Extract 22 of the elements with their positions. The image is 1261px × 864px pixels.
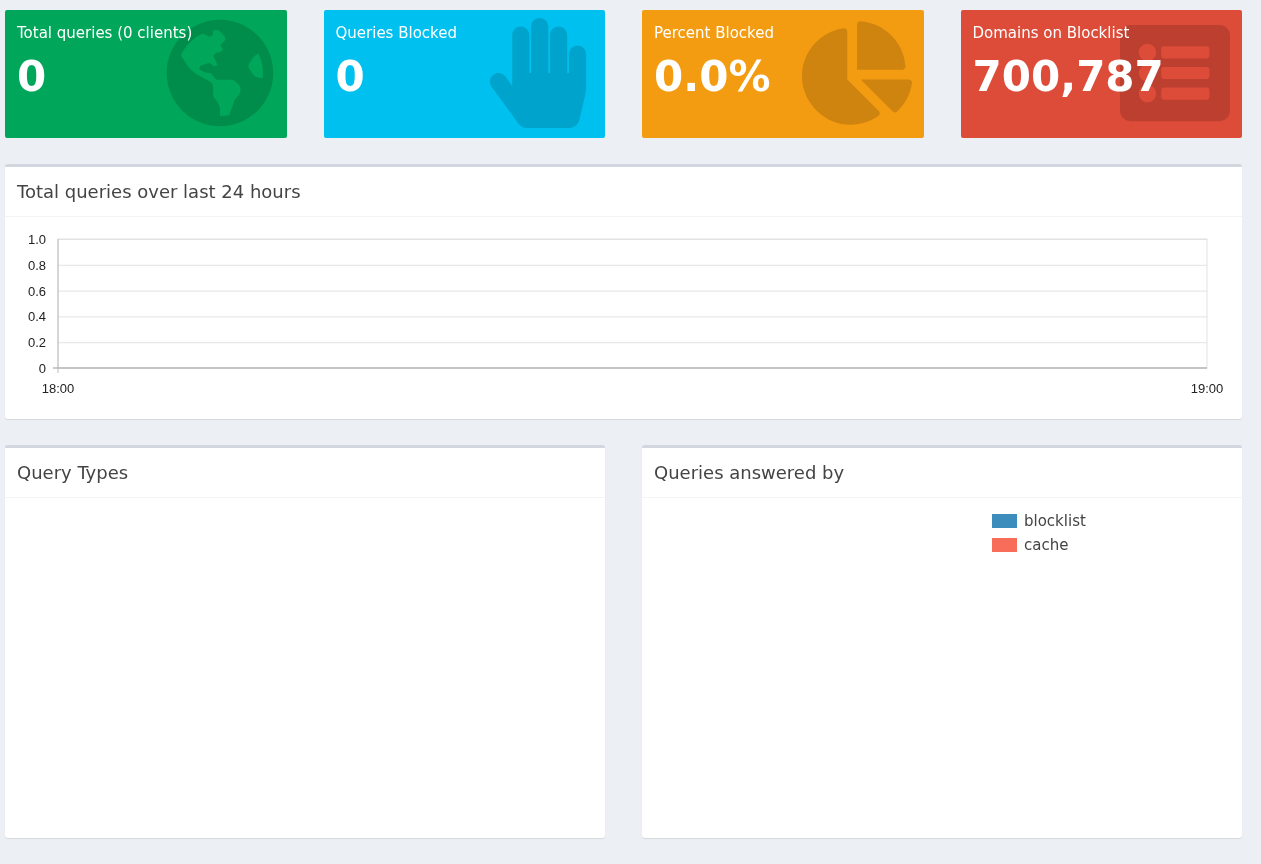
x-tick-label: 19:00 [1190, 381, 1224, 396]
stat-value: 0.0% [654, 52, 772, 101]
pie-chart-icon [801, 18, 912, 128]
stat-value: 0 [17, 52, 48, 101]
legend-label: blocklist [1024, 512, 1086, 530]
panel-title: Queries answered by [654, 462, 845, 483]
y-tick-label: 0.6 [27, 283, 46, 299]
y-tick-label: 0 [38, 361, 46, 376]
stat-label: Total queries (0 clients) [17, 24, 194, 42]
legend-label: cache [1024, 536, 1069, 554]
stat-label: Queries Blocked [335, 24, 458, 42]
stat-label: Percent Blocked [654, 24, 775, 42]
x-tick-label: 18:00 [41, 381, 75, 396]
panel-title: Query Types [17, 462, 129, 483]
stat-label: Domains on Blocklist [972, 24, 1131, 42]
y-tick-label: 1.0 [27, 232, 46, 247]
panel-title: Total queries over last 24 hours [17, 181, 301, 202]
y-tick-label: 0.8 [27, 257, 46, 273]
stat-value: 0 [335, 52, 366, 101]
y-tick-label: 0.2 [27, 335, 46, 351]
stat-value: 700,787 [972, 52, 1165, 101]
y-tick-label: 0.4 [27, 309, 46, 325]
